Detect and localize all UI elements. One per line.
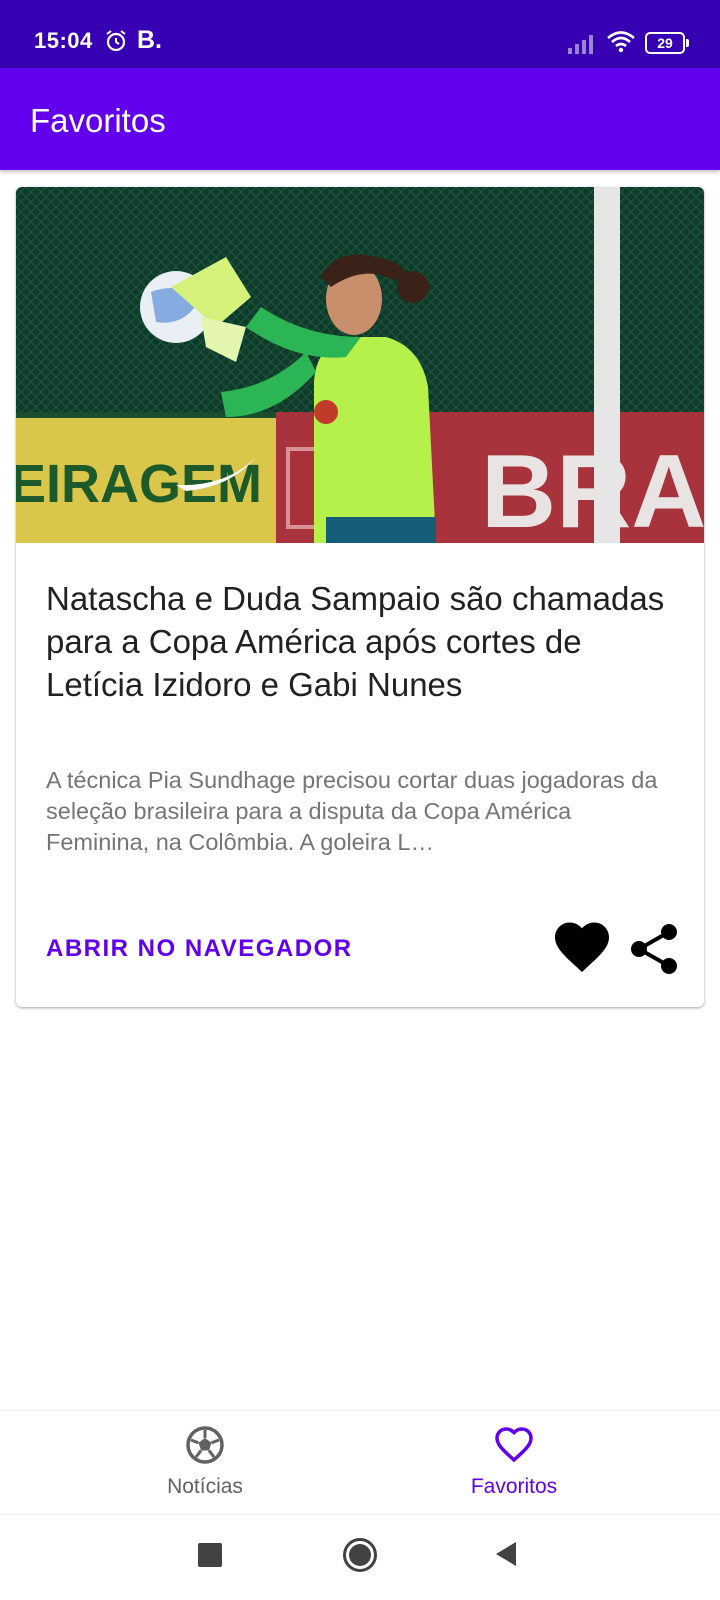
status-time: 15:04: [34, 28, 93, 53]
nav-label-noticias: Notícias: [167, 1475, 243, 1498]
status-bar: 15:04 B. 29: [0, 0, 720, 68]
signal-icon: [568, 35, 593, 54]
battery-tip: [686, 39, 689, 47]
battery-icon: 29: [645, 32, 689, 54]
bottom-navigation: Notícias Favoritos: [0, 1410, 720, 1514]
share-icon[interactable]: [628, 922, 680, 976]
back-button[interactable]: [494, 1540, 518, 1568]
home-button[interactable]: [342, 1537, 378, 1573]
banner-text-left: EIRAGEM: [16, 454, 262, 514]
news-summary: A técnica Pia Sundhage precisou cortar d…: [46, 767, 658, 855]
heart-outline-icon: [495, 1427, 533, 1463]
alarm-icon: [106, 30, 126, 52]
app-bar: Favoritos: [0, 68, 720, 170]
open-in-browser-button[interactable]: ABRIR NO NAVEGADOR: [46, 935, 353, 963]
heart-filled-icon[interactable]: [554, 922, 610, 974]
booking-app-icon: B.: [137, 26, 162, 54]
system-navigation-bar: [0, 1514, 720, 1600]
news-card: EIRAGEM BRAH Natascha e Duda Sampaio são…: [16, 187, 704, 1007]
recents-button[interactable]: [198, 1543, 222, 1567]
nav-item-noticias[interactable]: Notícias: [25, 1411, 385, 1515]
battery-level: 29: [657, 35, 673, 51]
news-image: EIRAGEM BRAH: [16, 187, 704, 543]
page-title: Favoritos: [30, 102, 166, 139]
nav-label-favoritos: Favoritos: [470, 1475, 558, 1498]
nav-item-favoritos[interactable]: Favoritos: [334, 1411, 694, 1515]
banner-text-right: BRAH: [481, 434, 704, 543]
soccer-ball-icon: [186, 1426, 224, 1464]
news-title[interactable]: Natascha e Duda Sampaio são chamadas par…: [46, 577, 686, 706]
wifi-icon: [607, 31, 635, 53]
